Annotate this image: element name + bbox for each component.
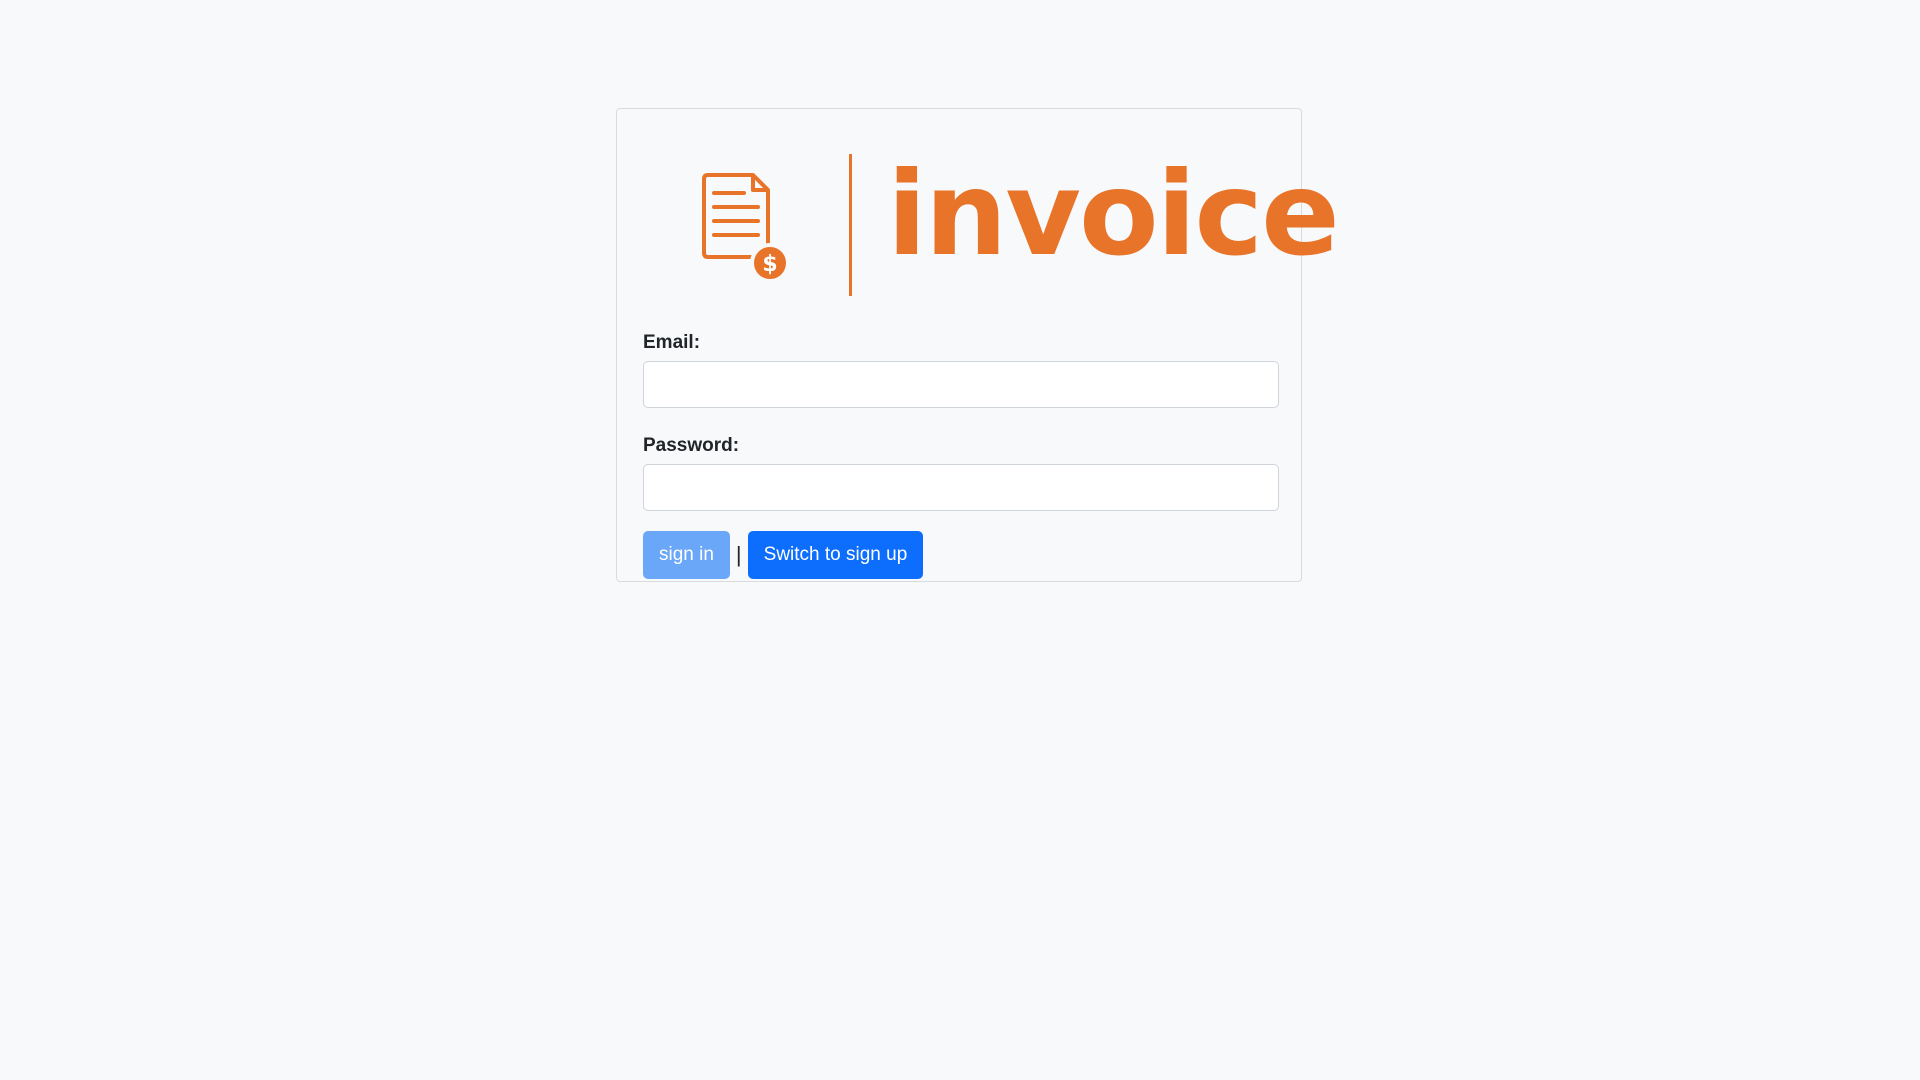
- email-input[interactable]: [643, 361, 1279, 408]
- email-field-group: Email:: [643, 331, 1279, 408]
- password-input[interactable]: [643, 464, 1279, 511]
- brand-logo: $ invoice: [643, 109, 1340, 331]
- sign-in-button[interactable]: sign in: [643, 531, 730, 579]
- form-actions: sign in | Switch to sign up: [643, 531, 1275, 579]
- password-label: Password:: [643, 435, 740, 456]
- invoice-dollar-icon: $: [702, 173, 790, 283]
- login-card: $ invoice Email: Password: sign in | Swi…: [616, 108, 1340, 582]
- logo-divider: [849, 154, 852, 296]
- svg-text:$: $: [762, 252, 777, 277]
- brand-wordmark: invoice: [887, 147, 1340, 282]
- email-label: Email:: [643, 332, 701, 353]
- password-field-group: Password:: [643, 434, 1279, 511]
- button-separator: |: [735, 542, 742, 567]
- switch-to-sign-up-button[interactable]: Switch to sign up: [747, 531, 924, 579]
